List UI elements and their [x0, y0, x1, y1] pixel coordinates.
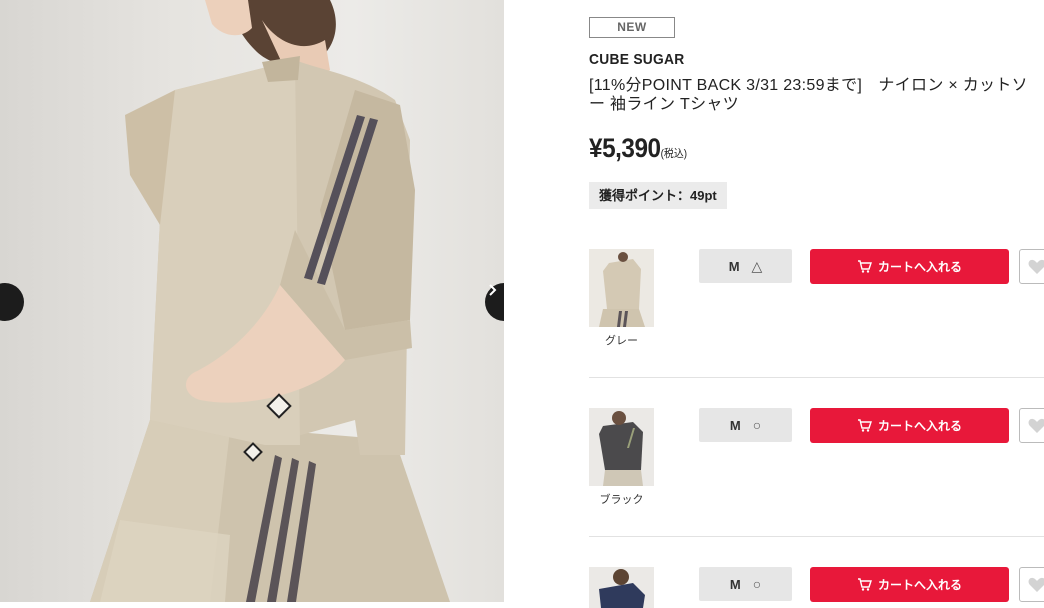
size-label: M: [729, 417, 741, 433]
variant-color-label: ブラック: [599, 494, 644, 506]
heart-icon: [1028, 577, 1044, 592]
add-to-cart-button[interactable]: カートへ入れる: [810, 249, 1009, 284]
add-to-cart-button[interactable]: カートへ入れる: [810, 567, 1009, 602]
size-stock-box: M △: [699, 249, 792, 283]
variant-thumbnail[interactable]: [589, 249, 654, 327]
product-title: [11%分POINT BACK 3/31 23:59まで] ナイロン × カット…: [589, 77, 1028, 113]
cart-icon: [857, 578, 872, 591]
row-divider: [589, 536, 1044, 537]
row-divider: [589, 377, 1044, 378]
add-to-cart-label: カートへ入れる: [877, 260, 962, 274]
product-price: ¥5,390(税込): [589, 133, 687, 164]
size-label: M: [729, 576, 741, 592]
brand-name[interactable]: CUBE SUGAR: [589, 51, 685, 68]
favorite-button[interactable]: [1019, 408, 1044, 443]
points-badge: 獲得ポイント：49pt: [589, 182, 727, 209]
stock-status-label: ○: [752, 417, 762, 433]
size-stock-box: M ○: [699, 408, 792, 442]
add-to-cart-label: カートへ入れる: [877, 419, 962, 433]
add-to-cart-label: カートへ入れる: [877, 578, 962, 592]
variant-thumbnail-image: [589, 249, 654, 327]
variant-thumbnail[interactable]: [589, 567, 654, 608]
stock-status-label: △: [751, 257, 763, 274]
heart-icon: [1028, 418, 1044, 433]
product-photo-illustration: [90, 0, 450, 602]
size-label: M: [728, 258, 740, 274]
variant-thumbnail-image: [589, 567, 654, 608]
heart-icon: [1028, 259, 1044, 274]
variant-thumbnail[interactable]: [589, 408, 654, 486]
stock-status-label: ○: [752, 576, 762, 592]
cart-icon: [857, 419, 872, 432]
add-to-cart-button[interactable]: カートへ入れる: [810, 408, 1009, 443]
favorite-button[interactable]: [1019, 567, 1044, 602]
price-tax-label: (税込): [660, 148, 688, 160]
variant-thumbnail-image: [589, 408, 654, 486]
variant-color-label: グレー: [605, 335, 638, 347]
size-stock-box: M ○: [699, 567, 792, 601]
new-badge: NEW: [589, 17, 675, 38]
cart-icon: [857, 260, 872, 273]
chevron-right-icon: [489, 284, 497, 296]
product-main-image: [0, 0, 504, 602]
favorite-button[interactable]: [1019, 249, 1044, 284]
price-value: ¥5,390: [589, 133, 661, 163]
